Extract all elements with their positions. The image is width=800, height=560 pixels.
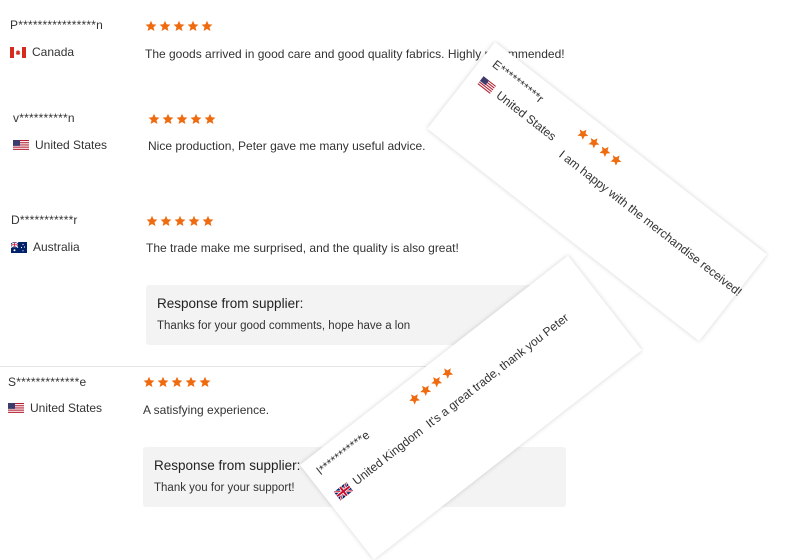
reviewer-country: United States (8, 401, 102, 415)
response-text: Thank you for your support! (154, 482, 295, 494)
star-icon (145, 20, 157, 32)
star-icon (160, 215, 172, 227)
star-icon (187, 20, 199, 32)
review-comment: Nice production, Peter gave me many usef… (148, 139, 426, 153)
reviewer-name: D***********r (11, 213, 78, 227)
star-icon (204, 113, 216, 125)
star-icon (199, 376, 211, 388)
star-icon (202, 215, 214, 227)
star-icon (174, 215, 186, 227)
reviewer-name: S*************e (8, 375, 87, 389)
response-text: Thanks for your good comments, hope have… (157, 320, 411, 332)
country-label: Australia (33, 240, 80, 254)
review-comment: The trade make me surprised, and the qua… (146, 241, 459, 255)
reviewer-country: United States (13, 138, 107, 152)
reviewer-country: United Kingdom (333, 424, 426, 501)
reviewer-name: v**********n (13, 111, 75, 125)
reviewer-name: P****************n (10, 18, 103, 32)
star-icon (143, 376, 155, 388)
star-icon (176, 113, 188, 125)
star-icon (162, 113, 174, 125)
star-icon (173, 20, 185, 32)
star-rating (143, 376, 211, 388)
uk-flag-icon (333, 482, 352, 501)
response-title: Response from supplier: (157, 296, 304, 311)
reviewer-country: Canada (10, 45, 74, 59)
usa-flag-icon (8, 403, 24, 414)
star-icon (146, 215, 158, 227)
canada-flag-icon (10, 47, 26, 58)
australia-flag-icon (11, 242, 27, 253)
star-icon (188, 215, 200, 227)
star-rating (148, 113, 216, 125)
country-label: United States (30, 401, 103, 415)
review-comment: A satisfying experience. (143, 403, 270, 417)
star-icon (159, 20, 171, 32)
star-icon (190, 113, 202, 125)
star-icon (201, 20, 213, 32)
star-rating (146, 215, 214, 227)
country-label: United States (35, 138, 108, 152)
star-icon (185, 376, 197, 388)
reviewer-country: Australia (11, 240, 80, 254)
country-label: Canada (32, 45, 75, 59)
star-rating (145, 20, 213, 32)
usa-flag-icon (13, 140, 29, 151)
star-icon (148, 113, 160, 125)
usa-flag-icon (477, 76, 496, 95)
star-icon (171, 376, 183, 388)
response-title: Response from supplier: (154, 458, 301, 473)
star-icon (157, 376, 169, 388)
